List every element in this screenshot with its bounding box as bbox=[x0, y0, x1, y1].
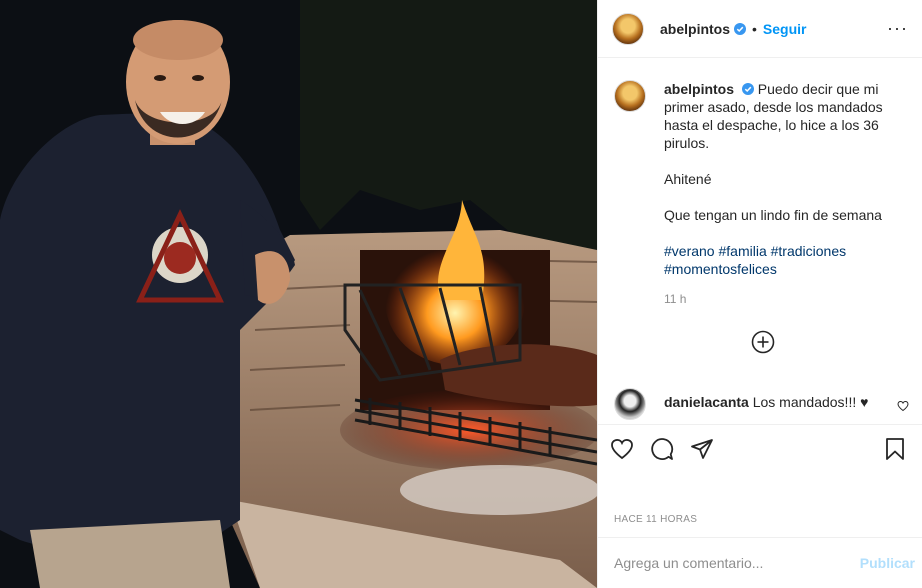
asado-photo-illustration bbox=[0, 0, 597, 588]
hashtag-link[interactable]: #familia bbox=[718, 243, 766, 259]
follow-button[interactable]: Seguir bbox=[763, 21, 807, 37]
comment-icon[interactable] bbox=[650, 437, 674, 461]
separator-dot: • bbox=[752, 20, 757, 37]
commenter-username[interactable]: danielacanta bbox=[664, 394, 749, 410]
hashtags: #verano #familia #tradiciones #momentosf… bbox=[664, 242, 886, 278]
bookmark-icon[interactable] bbox=[883, 437, 907, 461]
caption-line: Que tengan un lindo fin de semana bbox=[664, 207, 882, 223]
comment-body: danielacanta Los mandados!!! ♥ bbox=[664, 393, 868, 411]
caption-author-avatar[interactable] bbox=[614, 80, 646, 112]
caption-line: Ahitené bbox=[664, 171, 712, 187]
author-username[interactable]: abelpintos bbox=[660, 21, 730, 37]
verified-badge-icon bbox=[734, 22, 747, 35]
plus-circle-icon[interactable] bbox=[751, 330, 775, 354]
post-caption: abelpintos Puedo decir que mi primer asa… bbox=[614, 80, 906, 308]
caption-username[interactable]: abelpintos bbox=[664, 81, 734, 97]
commenter-avatar[interactable] bbox=[614, 388, 646, 420]
post-photo[interactable] bbox=[0, 0, 597, 588]
comment-item: danielacanta Los mandados!!! ♥ bbox=[614, 388, 909, 420]
caption-time: 11 h bbox=[664, 292, 687, 306]
hashtag-link[interactable]: #tradiciones bbox=[771, 243, 847, 259]
caption-body: abelpintos Puedo decir que mi primer asa… bbox=[664, 80, 886, 308]
hashtag-link[interactable]: #verano bbox=[664, 243, 715, 259]
post-timestamp: HACE 11 HORAS bbox=[614, 514, 698, 525]
action-bar bbox=[598, 424, 922, 472]
add-comment-bar: Publicar bbox=[598, 537, 922, 588]
comment-text: Los mandados!!! ♥ bbox=[752, 394, 869, 410]
comments-area[interactable]: abelpintos Puedo decir que mi primer asa… bbox=[598, 58, 922, 588]
verified-badge-icon bbox=[741, 83, 754, 95]
post-header: abelpintos • Seguir ··· bbox=[598, 0, 922, 58]
post-side-panel: abelpintos • Seguir ··· abelpintos Puedo… bbox=[597, 0, 922, 588]
hashtag-link[interactable]: #momentosfelices bbox=[664, 261, 777, 277]
author-avatar[interactable] bbox=[612, 12, 644, 45]
more-options-icon[interactable]: ··· bbox=[887, 18, 908, 39]
heart-icon[interactable] bbox=[610, 437, 634, 461]
comment-like-icon[interactable] bbox=[897, 400, 909, 412]
publish-button[interactable]: Publicar bbox=[860, 555, 915, 571]
instagram-post: abelpintos • Seguir ··· abelpintos Puedo… bbox=[0, 0, 922, 588]
send-icon[interactable] bbox=[690, 437, 714, 461]
comment-input[interactable] bbox=[614, 555, 860, 571]
